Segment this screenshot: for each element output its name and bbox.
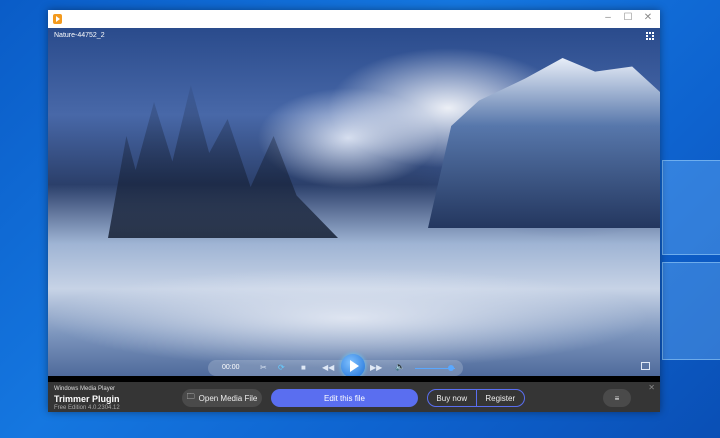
maximize-button[interactable]: ☐ xyxy=(618,12,638,23)
trim-icon[interactable]: ✂ xyxy=(260,363,267,372)
desktop-windows-logo xyxy=(662,160,720,360)
media-player-window: – ☐ ✕ Nature-44752_2 00:00 ✂ ⟳ ■ ◀◀ ▶▶ 🔈… xyxy=(48,10,660,412)
open-media-file-button[interactable]: 🗀 Open Media File xyxy=(182,389,262,407)
video-mountain xyxy=(428,58,660,228)
purchase-group: Buy now Register xyxy=(427,389,525,407)
edition-label: Free Edition 4.0.2304.12 xyxy=(54,405,120,411)
forward-button[interactable]: ▶▶ xyxy=(370,363,382,372)
time-display: 00:00 xyxy=(222,364,240,371)
product-line: Windows Media Player xyxy=(54,386,116,392)
play-button[interactable] xyxy=(341,354,365,376)
folder-icon: 🗀 xyxy=(186,392,195,401)
video-area[interactable]: Nature-44752_2 00:00 ✂ ⟳ ■ ◀◀ ▶▶ 🔈 xyxy=(48,28,660,376)
rewind-button[interactable]: ◀◀ xyxy=(322,363,334,372)
open-label: Open Media File xyxy=(198,393,258,403)
grid-view-icon[interactable] xyxy=(646,32,654,40)
volume-knob[interactable] xyxy=(448,365,454,371)
panel-close-button[interactable]: ✕ xyxy=(648,383,655,392)
loop-icon[interactable]: ⟳ xyxy=(278,363,285,372)
video-title: Nature-44752_2 xyxy=(54,32,105,39)
product-name: Trimmer Plugin xyxy=(54,394,120,404)
title-bar: – ☐ ✕ xyxy=(48,10,660,28)
register-button[interactable]: Register xyxy=(475,390,525,406)
minimize-button[interactable]: – xyxy=(598,12,618,23)
volume-icon[interactable]: 🔈 xyxy=(395,362,405,371)
close-button[interactable]: ✕ xyxy=(638,12,658,23)
stop-button[interactable]: ■ xyxy=(301,363,306,372)
fullscreen-icon[interactable] xyxy=(641,362,650,370)
trimmer-panel: Windows Media Player Trimmer Plugin Free… xyxy=(48,381,660,412)
menu-button[interactable]: ≡ xyxy=(603,389,631,407)
buy-now-button[interactable]: Buy now xyxy=(428,390,476,406)
app-icon xyxy=(53,14,62,24)
video-trees xyxy=(108,85,338,238)
edit-file-button[interactable]: Edit this file xyxy=(271,389,418,407)
